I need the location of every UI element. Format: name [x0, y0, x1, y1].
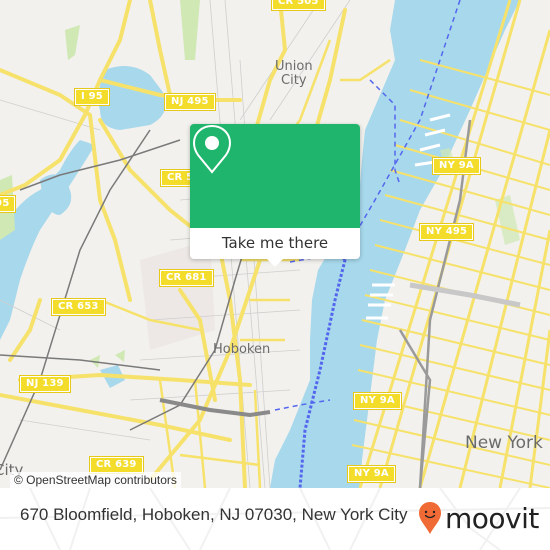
footer-bar: 670 Bloomfield, Hoboken, NJ 07030, New Y…: [0, 488, 550, 550]
road-shield-ny-9a-lower: NY 9A: [347, 465, 396, 483]
map-attribution[interactable]: © OpenStreetMap contributors: [10, 472, 181, 488]
address-text: 670 Bloomfield, Hoboken, NJ 07030, New Y…: [20, 505, 408, 524]
park: [180, 0, 200, 60]
moovit-logo-text: moovit: [445, 501, 539, 535]
place-label-hoboken: Hoboken: [213, 342, 271, 357]
place-label-new-york: New York: [465, 433, 543, 453]
road-shield-nj-139: NJ 139: [19, 375, 71, 393]
road-shield-495: 495: [0, 195, 17, 213]
moovit-logo: moovit: [418, 500, 539, 536]
popup-header: [190, 124, 360, 228]
popup-pointer: [266, 258, 284, 267]
road-shield-ny-9a-middle: NY 9A: [353, 392, 402, 410]
road-shield-nj-495: NJ 495: [164, 93, 216, 111]
place-label-union-city: Union City: [275, 59, 313, 89]
road-shield-cr-505: CR 505: [271, 0, 326, 11]
road-shield-i-95: I 95: [74, 88, 110, 106]
take-me-there-button[interactable]: Take me there: [190, 228, 360, 259]
park: [115, 350, 125, 362]
moovit-smiley-pin-icon: [419, 502, 441, 534]
location-popup: Take me there: [190, 124, 360, 267]
road-shield-ny-495: NY 495: [418, 223, 475, 241]
map-pin-icon: [192, 124, 232, 174]
road-shield-cr-653: CR 653: [51, 298, 106, 316]
penn-station-tracks: [409, 282, 521, 308]
road-shield-ny-9a-upper: NY 9A: [432, 157, 481, 175]
road-shield-cr-639: CR 639: [89, 456, 144, 474]
road-shield-cr-681: CR 681: [159, 269, 214, 287]
park: [65, 25, 80, 60]
map-view[interactable]: UnionCity Hoboken New York City CR 505 I…: [0, 0, 550, 488]
